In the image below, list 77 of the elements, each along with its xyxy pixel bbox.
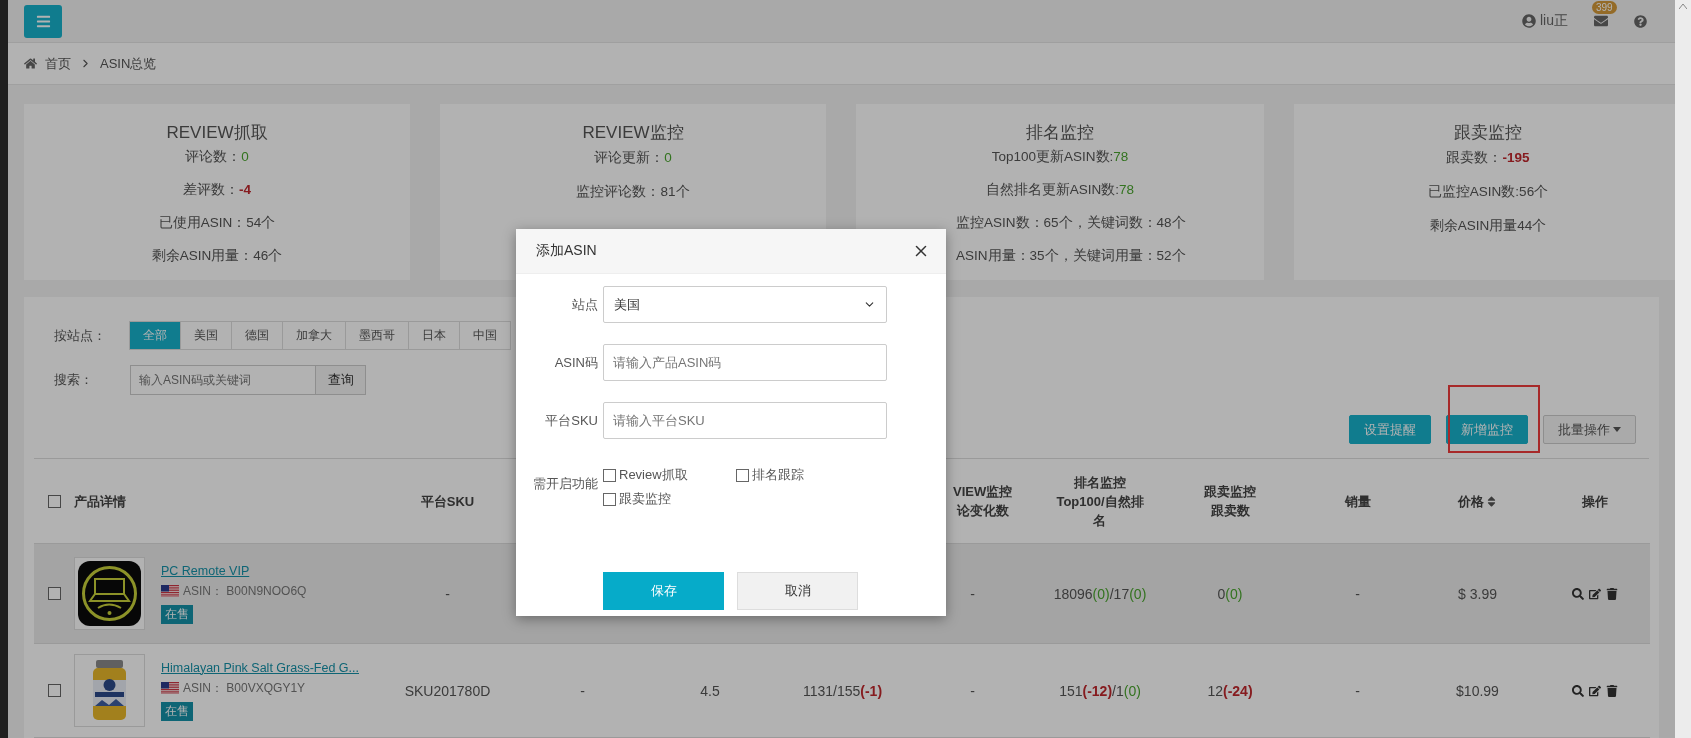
breadcrumb-link[interactable]: ASIN总览 bbox=[100, 54, 157, 73]
edit-icon[interactable] bbox=[1589, 587, 1601, 600]
user-link[interactable]: liu正 bbox=[1522, 12, 1568, 30]
site-tab[interactable]: 加拿大 bbox=[282, 321, 346, 350]
stat-text: 监控评论数：81个 bbox=[576, 184, 690, 199]
site-tab[interactable]: 德国 bbox=[231, 321, 283, 350]
checkbox-label: Review抓取 bbox=[619, 466, 688, 484]
arrow-up-icon[interactable] bbox=[1679, 4, 1687, 9]
stat-text: 剩余ASIN用量：46个 bbox=[151, 248, 283, 264]
field-label: 平台SKU bbox=[544, 411, 599, 430]
site-select[interactable]: 美国 bbox=[603, 286, 887, 323]
trash-icon[interactable] bbox=[1606, 587, 1618, 600]
stat-text: Top100更新ASIN数:78 bbox=[991, 149, 1129, 165]
site-tab[interactable]: 中国 bbox=[459, 321, 511, 350]
stat-text: 评论更新：0 bbox=[594, 150, 672, 165]
product-link[interactable]: Himalayan Pink Salt Grass-Fed G... bbox=[161, 660, 359, 675]
column-header[interactable]: 价格 bbox=[1457, 491, 1484, 511]
table-cell: 0(0) bbox=[1160, 544, 1300, 644]
search-button[interactable]: 查询 bbox=[315, 365, 366, 395]
stat-text: 剩余ASIN用量44个 bbox=[1429, 218, 1547, 233]
flag-icon bbox=[161, 585, 179, 597]
mail-icon[interactable] bbox=[1594, 14, 1608, 28]
table-cell: - bbox=[1300, 544, 1415, 644]
checkbox[interactable] bbox=[47, 684, 61, 697]
stat-text: 自然排名更新ASIN数:78 bbox=[985, 182, 1135, 198]
card-title: 跟卖监控 bbox=[1453, 122, 1523, 144]
dropdown-button[interactable]: 批量操作 bbox=[1543, 415, 1636, 444]
stat-text: 已监控ASIN数:56个 bbox=[1427, 184, 1549, 199]
field-label: ASIN码 bbox=[553, 353, 599, 372]
site-tab[interactable]: 墨西哥 bbox=[345, 321, 409, 350]
stat-text: 跟卖数：-195 bbox=[1446, 150, 1530, 165]
asin-text: ASIN： B00N9NOO6Q bbox=[183, 582, 307, 600]
status-tag: 在售 bbox=[161, 604, 193, 624]
stat-text: 监控ASIN数：65个，关键词数：48个 bbox=[956, 215, 1186, 231]
field-label: 站点 bbox=[571, 295, 599, 314]
asin-text: ASIN： B00VXQGY1Y bbox=[183, 679, 306, 697]
user-icon bbox=[1522, 14, 1536, 28]
input-field[interactable]: 请输入产品ASIN码 bbox=[603, 344, 887, 381]
site-tab[interactable]: 美国 bbox=[180, 321, 232, 350]
stat-text: 评论数：0 bbox=[185, 149, 249, 165]
breadcrumb-link[interactable]: 首页 bbox=[45, 54, 71, 73]
search-icon[interactable] bbox=[1572, 684, 1584, 697]
home-icon bbox=[24, 57, 37, 70]
search-icon[interactable] bbox=[1572, 587, 1584, 600]
checkbox-label: 排名跟踪 bbox=[752, 466, 804, 484]
filter-label: 按站点： bbox=[54, 326, 107, 345]
card-title: 排名监控 bbox=[1025, 122, 1095, 144]
caret-icon bbox=[1613, 427, 1621, 432]
menu-icon bbox=[35, 13, 51, 29]
search-field[interactable]: 输入ASIN码或关键词 bbox=[130, 365, 316, 395]
table-cell: - bbox=[370, 544, 525, 644]
edit-icon[interactable] bbox=[1589, 684, 1601, 697]
card-title: REVIEW监控 bbox=[581, 122, 685, 144]
scrollbar[interactable] bbox=[1675, 0, 1691, 738]
status-tag: 在售 bbox=[161, 701, 193, 721]
checkbox[interactable] bbox=[47, 494, 61, 508]
table-cell: 18096(0)/17(0) bbox=[1040, 544, 1160, 644]
stat-text: 已使用ASIN：54个 bbox=[158, 215, 276, 231]
stat-text: 差评数：-4 bbox=[183, 182, 251, 198]
stat-text: ASIN用量：35个，关键词用量：52个 bbox=[956, 248, 1186, 264]
card-title: REVIEW抓取 bbox=[165, 122, 269, 144]
filter-label: 搜索： bbox=[54, 371, 94, 389]
dialog-title: 添加ASIN bbox=[536, 242, 597, 260]
checkbox[interactable] bbox=[47, 587, 61, 600]
site-tab[interactable]: 日本 bbox=[408, 321, 460, 350]
checkbox[interactable] bbox=[603, 468, 616, 482]
field-label: 需开启功能 bbox=[532, 475, 599, 493]
trash-icon[interactable] bbox=[1606, 684, 1618, 697]
checkbox[interactable] bbox=[603, 492, 616, 506]
count-badge: 399 bbox=[1592, 1, 1617, 14]
cancel-button[interactable]: 取消 bbox=[737, 572, 858, 610]
input-field[interactable]: 请输入平台SKU bbox=[603, 402, 887, 439]
table-cell: $ 3.99 bbox=[1415, 544, 1540, 644]
checkbox[interactable] bbox=[736, 468, 749, 482]
checkbox-label: 跟卖监控 bbox=[619, 490, 671, 508]
flag-icon bbox=[161, 682, 179, 694]
help-icon[interactable] bbox=[1634, 14, 1647, 28]
